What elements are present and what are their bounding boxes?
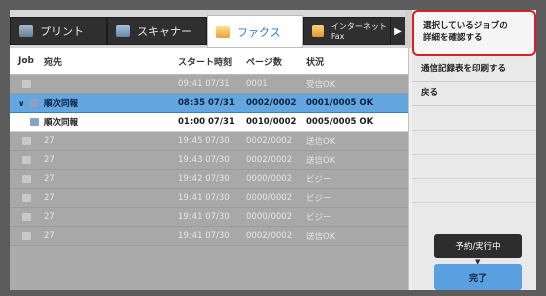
reserve-running-button[interactable]: 予約/実行中 [434, 234, 522, 258]
tab-internet-fax-label: インターネットFax [330, 22, 387, 41]
divider [412, 154, 536, 155]
table-row[interactable]: 27 19:43 07/30 0002/0002 送信OK [10, 151, 408, 170]
chevron-down-icon[interactable]: ∨ [18, 99, 25, 108]
column-header-start-time: スタート時刻 [178, 57, 233, 68]
column-header-pages: ページ数 [246, 57, 282, 68]
fax-icon [216, 25, 230, 38]
cell-destination: 27 [44, 212, 55, 222]
divider [412, 178, 536, 179]
tab-fax-label: ファクス [237, 25, 281, 39]
action-panel: 選択しているジョブの 詳細を確認する 通信記録表を印刷する 戻る 予約/実行中 … [412, 10, 536, 290]
broadcast-job-icon [30, 118, 39, 126]
table-row[interactable]: 09:41 07/31 0001 受信OK [10, 75, 408, 94]
cell-destination: 順次同報 [44, 118, 79, 128]
tab-scanner-label: スキャナー [137, 25, 192, 38]
cell-pages: 0002/0002 [246, 155, 293, 165]
cell-destination: 27 [44, 231, 55, 241]
table-row[interactable]: 27 19:41 07/30 0000/0002 ビジー [10, 208, 408, 227]
job-list-table: Job 宛先 スタート時刻 ページ数 状況 09:41 07/31 0001 受… [10, 48, 408, 290]
cell-start-time: 19:41 07/30 [178, 212, 230, 222]
cell-status: 送信OK [306, 232, 336, 242]
fax-job-icon [22, 175, 31, 183]
broadcast-job-icon [29, 99, 39, 107]
cell-status: 0001/0005 OK [306, 98, 374, 108]
table-header: Job 宛先 スタート時刻 ページ数 状況 [10, 48, 408, 75]
cell-start-time: 09:41 07/31 [178, 79, 230, 89]
cell-start-time: 19:45 07/30 [178, 136, 230, 146]
column-header-status: 状況 [306, 57, 325, 68]
cell-status: ビジー [306, 175, 332, 185]
tab-print-label: プリント [40, 25, 84, 38]
cell-pages: 0002/0002 [246, 231, 293, 241]
cell-pages: 0010/0002 [246, 117, 297, 127]
cell-destination: 27 [44, 155, 55, 165]
cell-start-time: 19:41 07/30 [178, 231, 230, 241]
cell-pages: 0000/0002 [246, 174, 293, 184]
cell-start-time: 08:35 07/31 [178, 98, 235, 108]
column-header-job: Job [18, 56, 34, 66]
device-frame: プリント スキャナー ファクス インターネットFax ▶ Job 宛先 スタート… [0, 0, 546, 296]
column-header-destination: 宛先 [44, 57, 63, 68]
job-type-tabs: プリント スキャナー ファクス インターネットFax ▶ [10, 10, 405, 48]
cell-pages: 0001 [246, 79, 268, 89]
tab-fax[interactable]: ファクス [207, 15, 303, 48]
fax-job-icon [22, 194, 31, 202]
cell-pages: 0002/0002 [246, 98, 297, 108]
cell-destination: 27 [44, 193, 55, 203]
cell-destination: 27 [44, 174, 55, 184]
print-log-button[interactable]: 通信記録表を印刷する [412, 58, 536, 82]
cell-start-time: 19:43 07/30 [178, 155, 230, 165]
table-row-selected[interactable]: ∨ 順次同報 08:35 07/31 0002/0002 0001/0005 O… [10, 94, 408, 113]
cell-status: 受信OK [306, 80, 336, 90]
cell-status: 送信OK [306, 137, 336, 147]
table-row[interactable]: 27 19:42 07/30 0000/0002 ビジー [10, 170, 408, 189]
chevron-right-icon: ▶ [394, 25, 402, 37]
cell-pages: 0000/0002 [246, 212, 293, 222]
fax-job-icon [22, 156, 31, 164]
table-row[interactable]: 27 19:41 07/30 0000/0002 ビジー [10, 189, 408, 208]
fax-job-icon [22, 213, 31, 221]
divider [412, 202, 536, 203]
cell-pages: 0000/0002 [246, 193, 293, 203]
tab-scroll-right-button[interactable]: ▶ [391, 17, 405, 45]
table-row[interactable]: 27 19:45 07/30 0002/0002 送信OK [10, 132, 408, 151]
cell-status: 0005/0005 OK [306, 117, 374, 127]
fax-job-icon [22, 80, 31, 88]
cell-status: ビジー [306, 213, 332, 223]
done-button[interactable]: 完了 [434, 264, 522, 290]
printer-icon [19, 25, 33, 37]
tab-scanner[interactable]: スキャナー [107, 17, 207, 45]
cell-destination: 27 [44, 136, 55, 146]
cell-start-time: 19:41 07/30 [178, 193, 230, 203]
back-button[interactable]: 戻る [412, 82, 536, 106]
fax-job-icon [22, 232, 31, 240]
internet-fax-icon [312, 25, 324, 37]
tab-print[interactable]: プリント [10, 17, 107, 45]
cell-start-time: 01:00 07/31 [178, 117, 235, 127]
table-row[interactable]: 順次同報 01:00 07/31 0010/0002 0005/0005 OK [10, 113, 408, 132]
check-job-details-button[interactable]: 選択しているジョブの 詳細を確認する [412, 10, 536, 56]
tab-internet-fax[interactable]: インターネットFax [303, 17, 391, 45]
divider [412, 130, 536, 131]
cell-destination: 順次同報 [44, 99, 79, 109]
cell-pages: 0002/0002 [246, 136, 293, 146]
scanner-icon [116, 25, 130, 37]
cell-status: 送信OK [306, 156, 336, 166]
fax-job-icon [22, 137, 31, 145]
job-status-screen: プリント スキャナー ファクス インターネットFax ▶ Job 宛先 スタート… [10, 10, 536, 290]
cell-start-time: 19:42 07/30 [178, 174, 230, 184]
table-row[interactable]: 27 19:41 07/30 0002/0002 送信OK [10, 227, 408, 246]
cell-status: ビジー [306, 194, 332, 204]
